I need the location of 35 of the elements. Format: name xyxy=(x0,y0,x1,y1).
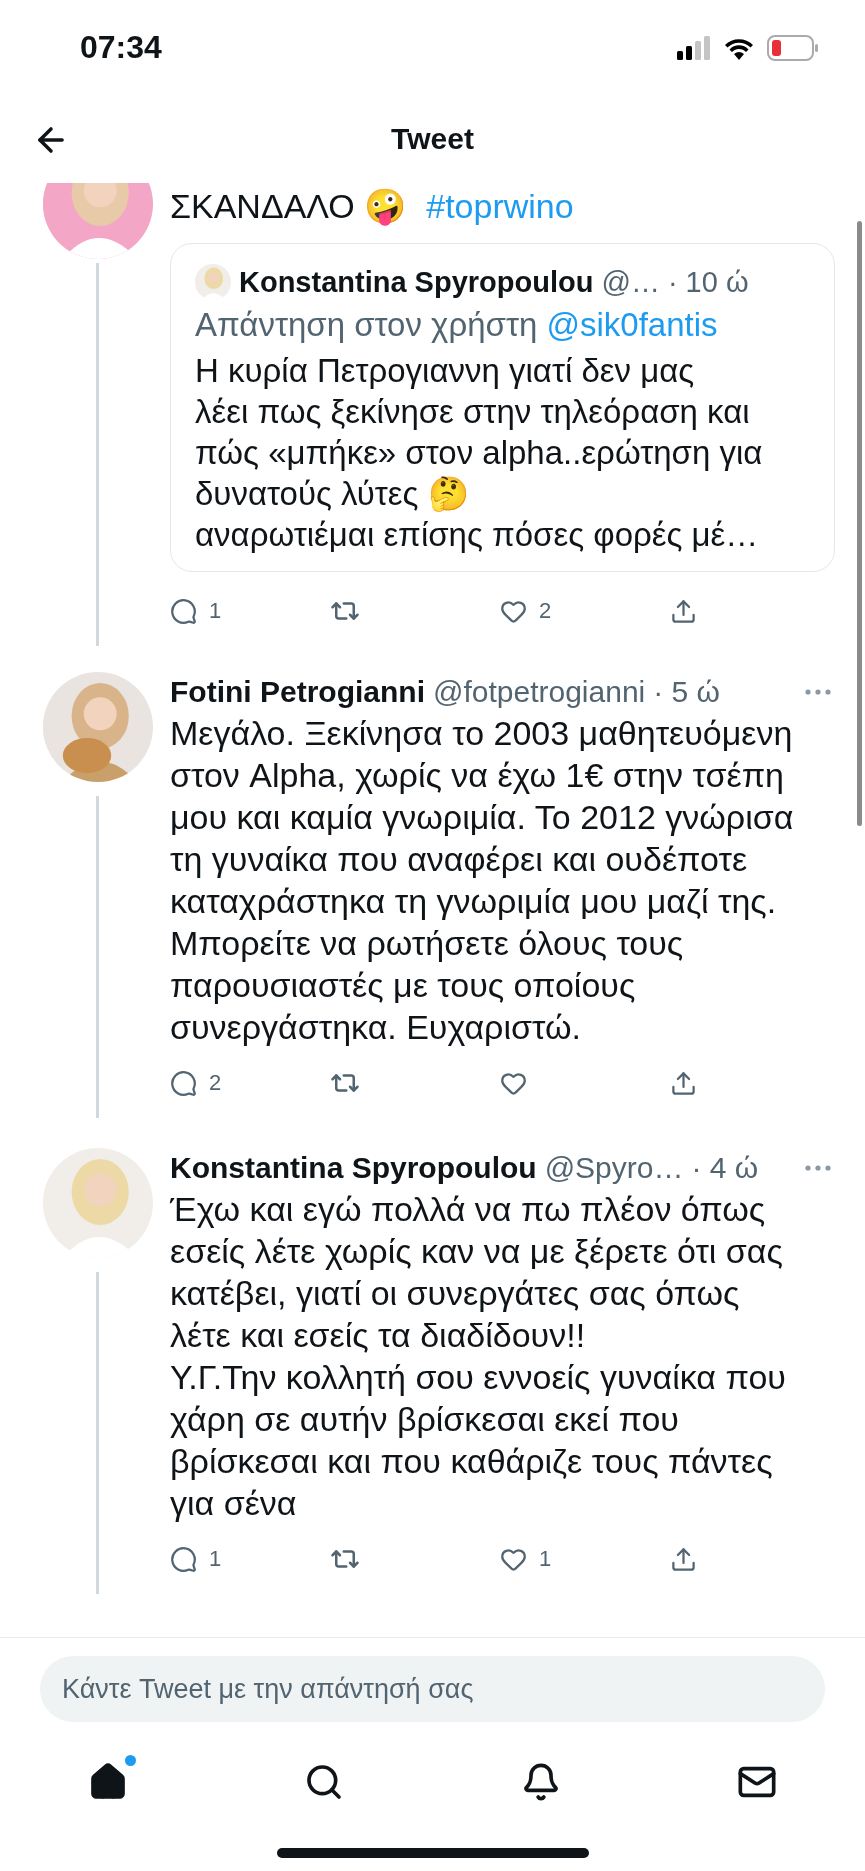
home-icon xyxy=(88,1762,128,1802)
tweet-text: Έχω και εγώ πολλά να πω πλέον όπως εσείς λέτε χωρίς καν να με ξέρετε ότι σας κατέβει, γιατί οι συνεργάτες σας όπως λέτε και εσείς τα διαδίδουν!! Υ.Γ.Την κολλητή σου εννοείς γυναίκα που χάρη σε αυτήν βρίσκεσαι εκεί που βρίσκεσαι και που καθάριζε τους πάντες για σένα xyxy=(170,1189,787,1524)
author-handle: @… xyxy=(601,265,660,299)
quoted-tweet-text: Η κυρία Πετρογιαννη γιατί δεν μας λέει πως ξεκίνησε στην τηλεόραση και πώς «μπήκε» στον alpha..ερώτηση για δυνατούς λύτες 🤔 αναρωτιέμαι επίσης πόσες φορές μέ… xyxy=(195,351,764,555)
author-name: Fotini Petrogianni xyxy=(170,675,425,709)
reply-button[interactable]: 1 xyxy=(170,597,330,625)
author-handle: @fotpetrogianni xyxy=(433,675,646,709)
reply-icon xyxy=(170,1069,197,1097)
reply-icon xyxy=(170,597,197,625)
battery-icon xyxy=(767,34,819,61)
share-icon xyxy=(670,1545,697,1573)
reply-input[interactable]: Κάντε Tweet με την απάντησή σας xyxy=(40,1656,825,1722)
reply-icon xyxy=(170,1545,197,1573)
tweet-time: · 5 ώ xyxy=(653,675,721,709)
more-icon[interactable] xyxy=(805,689,831,695)
share-icon xyxy=(670,597,697,625)
reply-button[interactable]: 2 xyxy=(170,1069,330,1097)
quoted-tweet-card[interactable] xyxy=(170,243,835,572)
tweet-text: ΣΚΑΝΔΑΛΟ 🤪 xyxy=(170,186,408,228)
status-time: 07:34 xyxy=(80,29,162,66)
author-name: Konstantina Spyropoulou xyxy=(239,265,594,299)
signal-icon xyxy=(677,35,711,60)
notification-dot xyxy=(125,1755,136,1766)
reply-context: Απάντηση στον χρήστη @sik0fantis xyxy=(195,306,719,344)
tweet-text: Μεγάλο. Ξεκίνησα το 2003 μαθητευόμενη στον Alpha, χωρίς να έχω 1€ στην τσέπη μου και καμία γνωριμία. Το 2012 γνώρισα τη γυναίκα που αναφέρει και ουδέποτε καταχράστηκα τη γνωριμία μου μαζί της. Μπορείτε να ρωτήσετε όλους τους παρουσιαστές με τους οποίους συνεργάστηκα. Ευχαριστώ. xyxy=(170,713,795,1048)
like-button[interactable]: 2 xyxy=(500,597,670,625)
reply-button[interactable]: 1 xyxy=(170,1545,330,1573)
tweet-time: · 4 ώ xyxy=(691,1151,759,1185)
tweet-time: · 10 ώ xyxy=(667,265,749,299)
page-title: Tweet xyxy=(391,122,474,156)
author-handle: @Spyro… xyxy=(544,1151,684,1185)
author-name: Konstantina Spyropoulou xyxy=(170,1151,537,1185)
more-icon[interactable] xyxy=(805,1165,831,1171)
like-button[interactable]: 1 xyxy=(500,1545,670,1573)
share-icon xyxy=(670,1069,697,1097)
